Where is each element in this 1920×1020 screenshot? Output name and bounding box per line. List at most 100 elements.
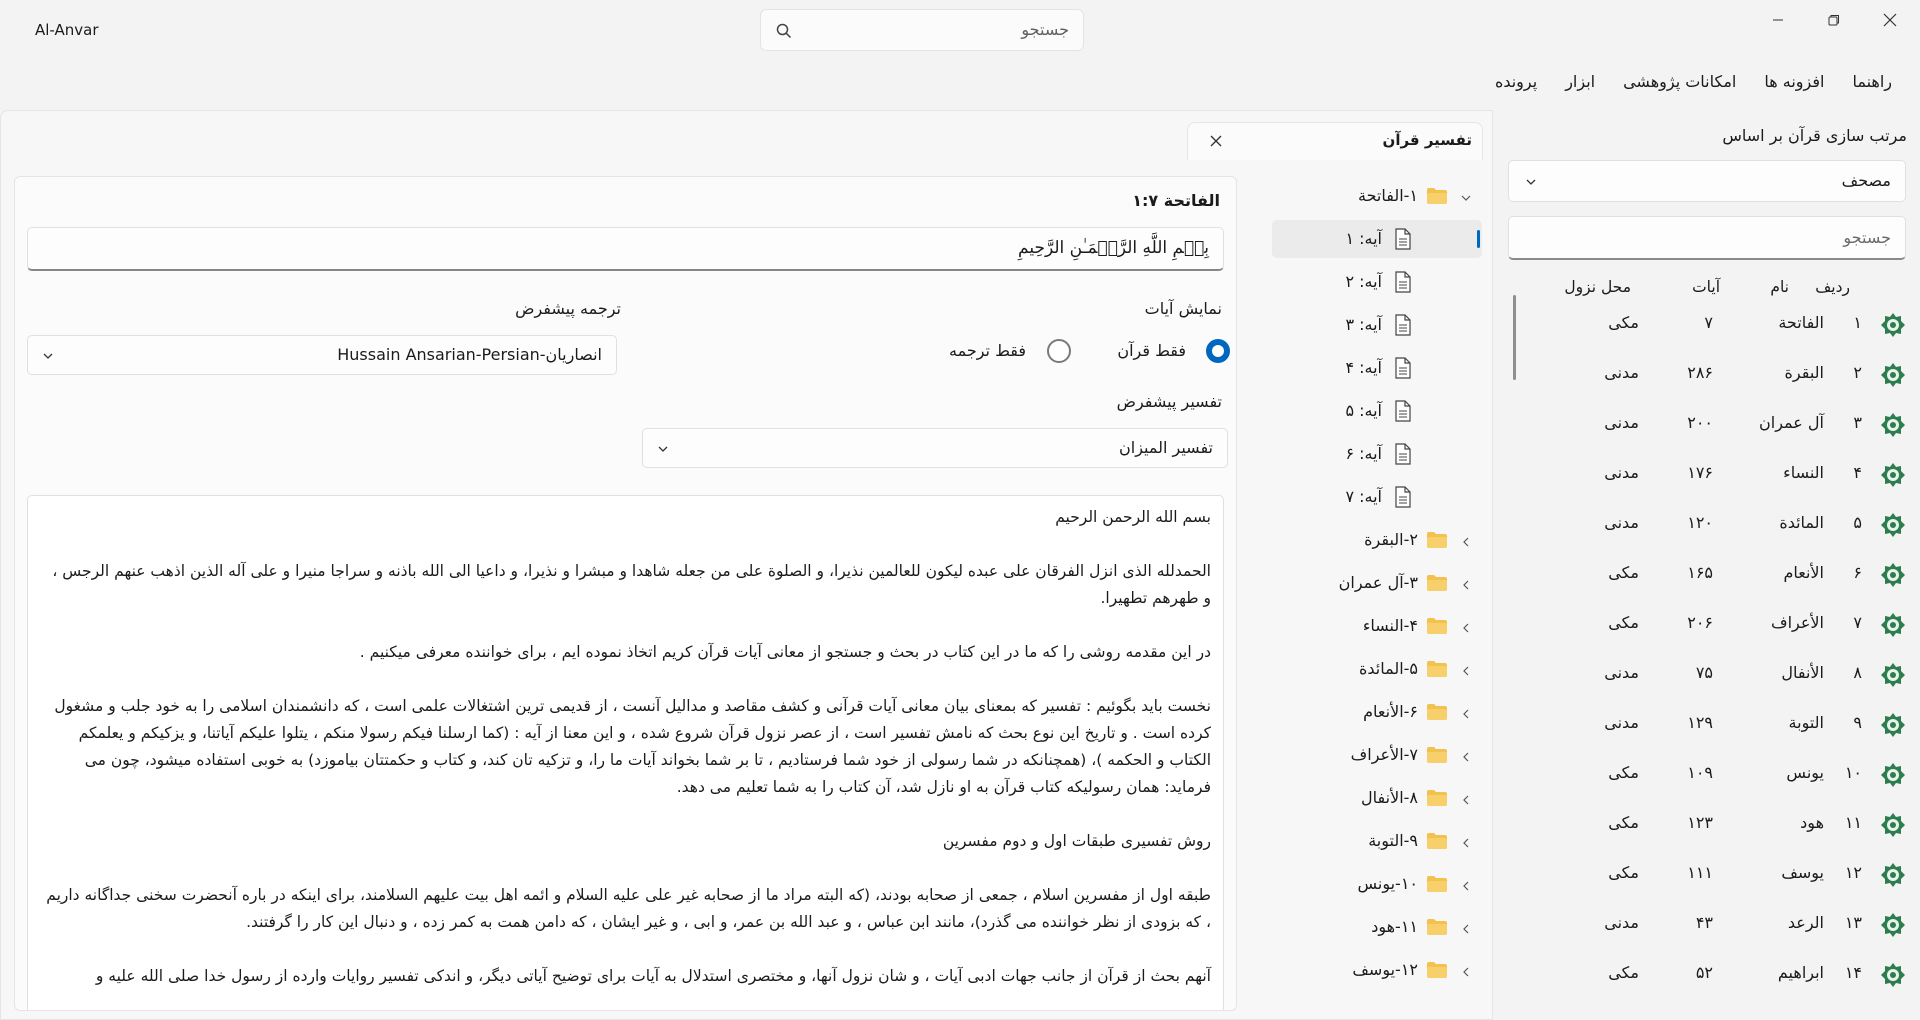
tree-surah-item[interactable]: ۵-المائدة <box>1272 650 1482 688</box>
tafsir-text-area[interactable]: بسم الله الرحمن الرحیم الحمدلله الذی انز… <box>27 495 1224 1010</box>
chevron-left-icon[interactable] <box>1460 620 1472 633</box>
surah-name: ابراهيم <box>1777 963 1824 982</box>
tab-close-icon[interactable] <box>1208 133 1224 149</box>
restore-button[interactable] <box>1806 0 1862 40</box>
tree-surah-item[interactable]: ۹-التوبة <box>1272 822 1482 860</box>
close-window-button[interactable] <box>1862 0 1918 40</box>
surah-index: ۴ <box>1853 463 1862 482</box>
default-tafsir-value: تفسیر المیزان <box>1119 438 1213 457</box>
header-ayat[interactable]: آیات <box>1692 278 1720 296</box>
surah-name: الرعد <box>1787 913 1824 932</box>
tree-surah-item[interactable]: ۴-النساء <box>1272 607 1482 645</box>
tree-surah-item[interactable]: ۶-الأنعام <box>1272 693 1482 731</box>
radio-translation-only[interactable] <box>1047 339 1071 363</box>
tab-tafsir[interactable]: تفسیر قرآن <box>1187 122 1483 160</box>
tree-surah-item[interactable]: ۳-آل عمران <box>1272 564 1482 602</box>
verse-text-box[interactable]: بِسۡمِ اللَّهِ الرَّحۡمَـٰنِ الرَّحِيمِ <box>27 227 1224 271</box>
radio-quran-only-label[interactable]: فقط قرآن <box>1117 341 1186 360</box>
surah-row[interactable]: ۱ الفاتحة ۷ مکی <box>1510 300 1920 350</box>
surah-row[interactable]: ۱۳ الرعد ۴۳ مدنی <box>1510 900 1920 950</box>
surah-revelation-place: مکی <box>1608 563 1639 582</box>
surah-badge-icon <box>1880 362 1906 388</box>
surah-row[interactable]: ۱۴ ابراهيم ۵۲ مکی <box>1510 950 1920 1000</box>
surah-row[interactable]: ۶ الأنعام ۱۶۵ مکی <box>1510 550 1920 600</box>
tree-surah-item[interactable]: ۸-الأنفال <box>1272 779 1482 817</box>
surah-badge-icon <box>1880 612 1906 638</box>
chevron-down-icon[interactable] <box>1460 190 1472 202</box>
surah-row[interactable]: ۷ الأعراف ۲۰۶ مکی <box>1510 600 1920 650</box>
surah-name: یوسف <box>1781 863 1824 882</box>
surah-badge-icon <box>1880 312 1906 338</box>
surah-row[interactable]: ۲ البقرة ۲۸۶ مدنی <box>1510 350 1920 400</box>
chevron-left-icon[interactable] <box>1460 749 1472 762</box>
chevron-left-icon[interactable] <box>1460 792 1472 805</box>
chevron-left-icon[interactable] <box>1460 921 1472 934</box>
document-icon <box>1394 271 1412 293</box>
header-index[interactable]: ردیف <box>1815 278 1850 296</box>
tree-ayah-label: آیه: ۱ <box>1345 229 1382 248</box>
folder-icon <box>1426 617 1448 635</box>
tree-ayah-label: آیه: ۴ <box>1345 358 1382 377</box>
chevron-left-icon[interactable] <box>1460 534 1472 547</box>
menu-file[interactable]: پرونده <box>1481 68 1551 95</box>
tree-ayah-item[interactable]: آیه: ۴ <box>1272 349 1482 387</box>
radio-quran-only[interactable] <box>1206 339 1230 363</box>
sort-order-combo[interactable]: مصحف <box>1508 160 1906 202</box>
surah-name: هود <box>1800 813 1824 832</box>
tree-ayah-label: آیه: ۷ <box>1345 487 1382 506</box>
surah-index: ۷ <box>1853 613 1862 632</box>
radio-translation-only-label[interactable]: فقط ترجمه <box>949 341 1026 360</box>
folder-icon <box>1426 531 1448 549</box>
surah-ayat-count: ۷۵ <box>1695 663 1713 682</box>
tree-ayah-item[interactable]: آیه: ۷ <box>1272 478 1482 516</box>
chevron-left-icon[interactable] <box>1460 706 1472 719</box>
menu-bar: پرونده ابزار امکانات پژوهشی افزونه ها را… <box>1481 68 1906 95</box>
tree-surah-item[interactable]: ۲-البقرة <box>1272 521 1482 559</box>
surah-ayat-count: ۱۲۹ <box>1687 713 1713 732</box>
surah-name: التوبة <box>1788 713 1824 732</box>
surah-row[interactable]: ۹ التوبة ۱۲۹ مدنی <box>1510 700 1920 750</box>
surah-row[interactable]: ۸ الأنفال ۷۵ مدنی <box>1510 650 1920 700</box>
surah-index: ۶ <box>1853 563 1862 582</box>
tree-ayah-item[interactable]: آیه: ۵ <box>1272 392 1482 430</box>
tree-ayah-item[interactable]: آیه: ۲ <box>1272 263 1482 301</box>
default-translation-combo[interactable]: انصاریان-Hussain Ansarian-Persian <box>27 335 617 375</box>
menu-research[interactable]: امکانات پژوهشی <box>1609 68 1750 95</box>
chevron-left-icon[interactable] <box>1460 577 1472 590</box>
surah-badge-icon <box>1880 412 1906 438</box>
default-tafsir-combo[interactable]: تفسیر المیزان <box>642 428 1228 468</box>
tree-surah-fatiha[interactable]: ۱-الفاتحة <box>1272 177 1482 215</box>
surah-row[interactable]: ۱۱ هود ۱۲۳ مکی <box>1510 800 1920 850</box>
menu-plugins[interactable]: افزونه ها <box>1750 68 1838 95</box>
surah-badge-icon <box>1880 462 1906 488</box>
tree-surah-label: ۲-البقرة <box>1364 530 1418 549</box>
surah-row[interactable]: ۱۲ یوسف ۱۱۱ مکی <box>1510 850 1920 900</box>
tafsir-paragraph: طبقه اول از مفسرین اسلام ، جمعی از صحابه… <box>46 886 1211 931</box>
tree-ayah-item[interactable]: آیه: ۳ <box>1272 306 1482 344</box>
tree-surah-item[interactable]: ۱۲-یوسف <box>1272 951 1482 989</box>
menu-tools[interactable]: ابزار <box>1551 68 1609 95</box>
surah-ayat-count: ۱۱۱ <box>1687 863 1713 882</box>
surah-row[interactable]: ۵ المائدة ۱۲۰ مدنی <box>1510 500 1920 550</box>
header-revelation-place[interactable]: محل نزول <box>1564 278 1631 296</box>
tree-ayah-item[interactable]: آیه: ۱ <box>1272 220 1482 258</box>
verse-text: بِسۡمِ اللَّهِ الرَّحۡمَـٰنِ الرَّحِيمِ <box>1018 238 1209 258</box>
header-name[interactable]: نام <box>1770 278 1789 296</box>
surah-row[interactable]: ۳ آل عمران ۲۰۰ مدنی <box>1510 400 1920 450</box>
tree-surah-item[interactable]: ۱۱-هود <box>1272 908 1482 946</box>
chevron-left-icon[interactable] <box>1460 835 1472 848</box>
sort-order-value: مصحف <box>1841 171 1891 190</box>
chevron-left-icon[interactable] <box>1460 663 1472 676</box>
tree-surah-item[interactable]: ۱۰-یونس <box>1272 865 1482 903</box>
surah-row[interactable]: ۱۰ یونس ۱۰۹ مکی <box>1510 750 1920 800</box>
top-search-input[interactable]: جستجو <box>760 9 1084 51</box>
surah-search-input[interactable]: جستجو <box>1508 216 1906 260</box>
chevron-left-icon[interactable] <box>1460 964 1472 977</box>
restore-icon <box>1828 15 1839 26</box>
tree-surah-item[interactable]: ۷-الأعراف <box>1272 736 1482 774</box>
surah-row[interactable]: ۴ النساء ۱۷۶ مدنی <box>1510 450 1920 500</box>
chevron-left-icon[interactable] <box>1460 878 1472 891</box>
tree-ayah-item[interactable]: آیه: ۶ <box>1272 435 1482 473</box>
minimize-button[interactable] <box>1750 0 1806 40</box>
menu-help[interactable]: راهنما <box>1838 68 1906 95</box>
